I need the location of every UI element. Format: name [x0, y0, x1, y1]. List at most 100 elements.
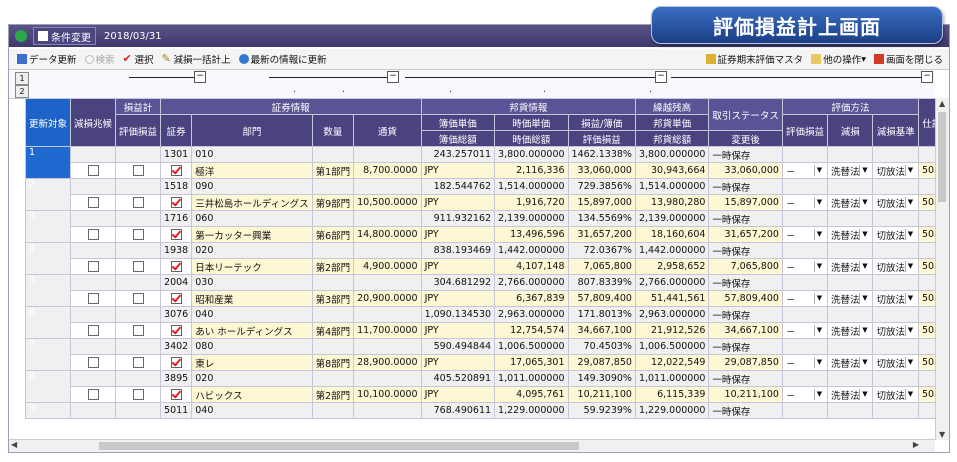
update-target-checkbox[interactable]	[87, 165, 99, 176]
impairment-sign-checkbox[interactable]	[132, 389, 144, 400]
chevron-down-icon[interactable]: ▼	[904, 293, 915, 304]
status-after-select[interactable]: － ▼	[781, 258, 828, 275]
scroll-up-icon[interactable]: ▲	[939, 99, 945, 108]
impairment-sign-cell[interactable]	[115, 290, 162, 307]
scroll-thumb[interactable]	[938, 112, 946, 202]
impairment-sign-checkbox[interactable]	[132, 293, 144, 304]
row-number[interactable]: 5	[24, 274, 72, 307]
impairment-sign-cell[interactable]	[115, 386, 162, 403]
status-after-select[interactable]: － ▼	[781, 290, 828, 307]
refresh-latest-button[interactable]: 最新の情報に更新	[238, 52, 327, 66]
update-target-checkbox[interactable]	[87, 389, 99, 400]
valuation-pl-cell[interactable]	[160, 354, 193, 371]
header-valuation-method[interactable]: 評価損益	[781, 114, 828, 147]
row-number[interactable]: 4	[24, 242, 72, 275]
impairment-sign-checkbox[interactable]	[132, 197, 144, 208]
header-after[interactable]: 変更後	[708, 130, 783, 147]
security-name[interactable]: 極洋	[191, 162, 313, 179]
bulk-impairment-button[interactable]: ✎ 減損一括計上	[162, 52, 231, 66]
valuation-pl-checkbox[interactable]	[170, 197, 182, 208]
update-checkbox-cell[interactable]	[70, 258, 117, 275]
security-name[interactable]: ハビックス	[191, 386, 313, 403]
impairment-method-select[interactable]: 切放法 ▼	[872, 386, 919, 403]
impairment-sign-checkbox[interactable]	[132, 357, 144, 368]
impairment-method-select[interactable]: 切放法 ▼	[872, 162, 919, 179]
header-security[interactable]: 証券	[160, 114, 193, 147]
header-impairment-base[interactable]: 減損基準	[872, 114, 919, 147]
header-valuation-pl[interactable]: 評価損益	[115, 114, 162, 147]
security-name[interactable]: 三井松島ホールディングス	[191, 194, 313, 211]
data-update-button[interactable]: データ更新	[17, 52, 77, 66]
status-after-select[interactable]: － ▼	[781, 162, 828, 179]
valuation-method-select[interactable]: 洗替法 ▼	[826, 386, 874, 403]
impairment-method-select[interactable]: 切放法 ▼	[872, 290, 919, 307]
valuation-pl-checkbox[interactable]	[170, 165, 182, 176]
header-market-price[interactable]: 時価単価	[494, 114, 569, 131]
select-button[interactable]: ✔ 選択	[123, 52, 154, 66]
other-operations-menu[interactable]: 他の操作 ▾	[811, 52, 866, 66]
impairment-sign-cell[interactable]	[115, 226, 162, 243]
update-checkbox-cell[interactable]	[70, 386, 117, 403]
level-2-button[interactable]: 2	[15, 85, 29, 98]
impairment-method-select[interactable]: 切放法 ▼	[872, 258, 919, 275]
valuation-pl-cell[interactable]	[160, 226, 193, 243]
valuation-pl-cell[interactable]	[160, 162, 193, 179]
security-name[interactable]: 日本リーテック	[191, 258, 313, 275]
valuation-pl-checkbox[interactable]	[170, 389, 182, 400]
impairment-sign-cell[interactable]	[115, 258, 162, 275]
impairment-sign-checkbox[interactable]	[132, 261, 144, 272]
header-jpy-price[interactable]: 邦貨単価	[634, 114, 710, 131]
impairment-sign-cell[interactable]	[115, 354, 162, 371]
impairment-method-select[interactable]: 切放法 ▼	[872, 322, 919, 339]
impairment-method-select[interactable]: 切放法 ▼	[872, 226, 919, 243]
valuation-pl-cell[interactable]	[160, 194, 193, 211]
chevron-down-icon[interactable]: ▼	[813, 229, 824, 240]
chevron-down-icon[interactable]: ▼	[904, 261, 915, 272]
header-valuation-pl-2[interactable]: 評価損益	[567, 130, 636, 147]
search-button[interactable]: 検索	[84, 52, 115, 66]
chevron-down-icon[interactable]: ▼	[904, 389, 915, 400]
valuation-method-select[interactable]: 洗替法 ▼	[826, 258, 874, 275]
valuation-master-button[interactable]: 証券期末評価マスタ	[705, 52, 803, 66]
chevron-down-icon[interactable]: ▼	[859, 261, 869, 272]
update-target-checkbox[interactable]	[87, 229, 99, 240]
update-checkbox-cell[interactable]	[70, 290, 117, 307]
row-number[interactable]: 1	[24, 146, 72, 179]
valuation-method-select[interactable]: 洗替法 ▼	[826, 322, 874, 339]
update-checkbox-cell[interactable]	[70, 162, 117, 179]
chevron-down-icon[interactable]: ▼	[904, 229, 915, 240]
impairment-sign-cell[interactable]	[115, 194, 162, 211]
chevron-down-icon[interactable]: ▼	[813, 293, 824, 304]
header-currency[interactable]: 通貨	[353, 114, 422, 147]
header-book-total[interactable]: 簿価総額	[420, 130, 496, 147]
chevron-down-icon[interactable]: ▼	[813, 357, 824, 368]
scroll-down-icon[interactable]: ▼	[939, 430, 945, 439]
update-target-checkbox[interactable]	[87, 293, 99, 304]
row-number[interactable]: 2	[24, 178, 72, 211]
chevron-down-icon[interactable]: ▼	[904, 357, 915, 368]
chevron-down-icon[interactable]: ▼	[859, 165, 869, 176]
chevron-down-icon[interactable]: ▼	[813, 389, 824, 400]
update-target-checkbox[interactable]	[87, 261, 99, 272]
header-pl-book-ratio[interactable]: 損益/簿価	[567, 114, 636, 131]
chevron-down-icon[interactable]: ▼	[813, 165, 824, 176]
status-after-select[interactable]: － ▼	[781, 386, 828, 403]
valuation-pl-checkbox[interactable]	[170, 325, 182, 336]
chevron-down-icon[interactable]: ▼	[859, 229, 869, 240]
row-number[interactable]: 8	[24, 370, 72, 403]
condition-change-button[interactable]: 条件変更	[33, 27, 96, 45]
refresh-icon[interactable]	[15, 30, 27, 42]
valuation-pl-cell[interactable]	[160, 290, 193, 307]
impairment-method-select[interactable]: 切放法 ▼	[872, 354, 919, 371]
valuation-pl-checkbox[interactable]	[170, 293, 182, 304]
security-name[interactable]: 東レ	[191, 354, 313, 371]
update-checkbox-cell[interactable]	[70, 226, 117, 243]
header-market-total[interactable]: 時価総額	[494, 130, 569, 147]
row-number[interactable]: 7	[24, 338, 72, 371]
row-number[interactable]: 3	[24, 210, 72, 243]
status-after-select[interactable]: － ▼	[781, 354, 828, 371]
chevron-down-icon[interactable]: ▼	[859, 389, 869, 400]
impairment-method-select[interactable]: 切放法 ▼	[872, 194, 919, 211]
security-name[interactable]: あい ホールディングス	[191, 322, 313, 339]
update-target-checkbox[interactable]	[87, 357, 99, 368]
